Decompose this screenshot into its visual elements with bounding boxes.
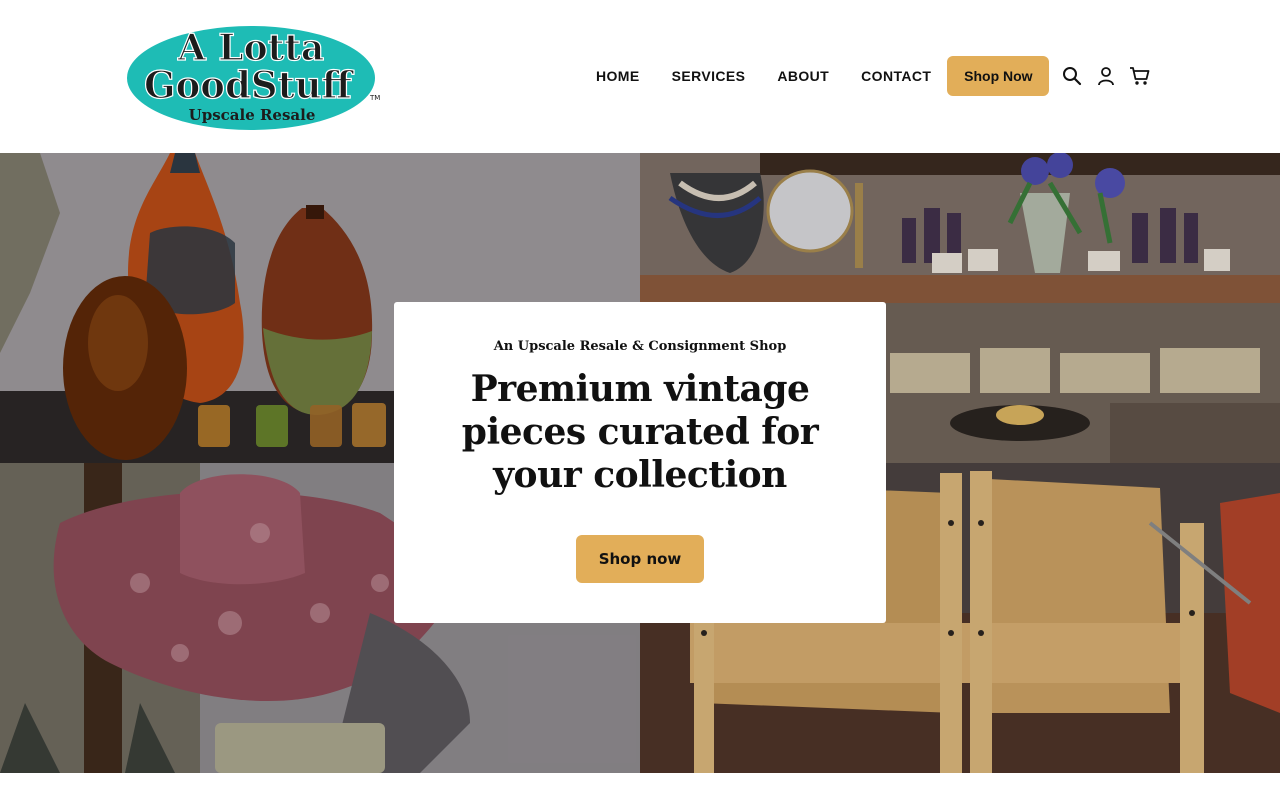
hero-title: Premium vintage pieces curated for your … — [461, 368, 819, 496]
hero-card: An Upscale Resale & Consignment Shop Pre… — [394, 302, 886, 623]
svg-text:GoodStuff: GoodStuff — [144, 63, 355, 107]
nav-home[interactable]: HOME — [580, 56, 656, 96]
svg-text:TM: TM — [369, 94, 380, 102]
search-icon[interactable] — [1055, 56, 1089, 96]
nav-services[interactable]: SERVICES — [656, 56, 762, 96]
account-icon[interactable] — [1089, 56, 1123, 96]
brand-logo[interactable]: A Lotta GoodStuff Upscale Resale TM — [126, 20, 382, 132]
page-bottom-strip — [0, 773, 1280, 800]
main-nav: HOME SERVICES ABOUT CONTACT Shop Now — [580, 56, 1157, 96]
nav-about[interactable]: ABOUT — [761, 56, 845, 96]
site-header: A Lotta GoodStuff Upscale Resale TM HOME… — [0, 0, 1280, 153]
hero-kicker: An Upscale Resale & Consignment Shop — [493, 339, 787, 354]
nav-contact[interactable]: CONTACT — [845, 56, 947, 96]
shop-now-button[interactable]: Shop Now — [947, 56, 1050, 96]
hero-shop-now-button[interactable]: Shop now — [576, 535, 704, 583]
cart-icon[interactable] — [1123, 56, 1157, 96]
svg-text:Upscale Resale: Upscale Resale — [189, 106, 316, 124]
